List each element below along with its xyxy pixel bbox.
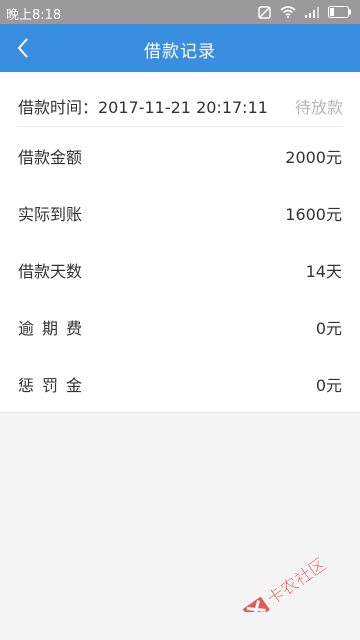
signal-icon bbox=[305, 6, 319, 18]
penalty-row: 惩罚金 0元 bbox=[18, 372, 342, 396]
overdue-fee-value: 0元 bbox=[315, 319, 342, 338]
loan-time-row: 借款时间：2017-11-21 20:17:11 待放款 bbox=[17, 92, 343, 127]
loan-amount-value: 2000元 bbox=[285, 148, 342, 167]
loan-time: 借款时间：2017-11-21 20:17:11 bbox=[18, 98, 268, 117]
dnd-icon bbox=[258, 5, 271, 19]
overdue-fee-row: 逾期费 0元 bbox=[18, 315, 342, 339]
page-title: 借款记录 bbox=[144, 42, 216, 62]
overdue-fee-label: 逾期费 bbox=[18, 319, 91, 338]
penalty-value: 0元 bbox=[315, 376, 342, 395]
status-bar: 晚上8:18 bbox=[0, 0, 360, 24]
battery-icon bbox=[328, 6, 352, 18]
loan-amount-row: 借款金额 2000元 bbox=[18, 144, 342, 168]
actual-received-value: 1600元 bbox=[285, 205, 342, 224]
loan-days-value: 14天 bbox=[305, 262, 342, 281]
status-time: 晚上8:18 bbox=[6, 8, 62, 23]
app-bar: 借款记录 bbox=[0, 24, 360, 72]
loan-days-label: 借款天数 bbox=[18, 262, 83, 281]
penalty-label: 惩罚金 bbox=[18, 376, 91, 395]
actual-received-label: 实际到账 bbox=[18, 205, 83, 224]
watermark-logo: 卡农社区 bbox=[232, 552, 352, 623]
status-badge: 待放款 bbox=[294, 98, 343, 117]
loan-days-row: 借款天数 14天 bbox=[18, 258, 342, 282]
loan-record-card: 借款时间：2017-11-21 20:17:11 待放款 借款金额 2000元 … bbox=[0, 72, 360, 413]
loan-amount-label: 借款金额 bbox=[18, 148, 83, 167]
watermark-text: 卡农社区 bbox=[263, 554, 330, 609]
status-icons bbox=[258, 5, 352, 19]
wifi-icon bbox=[280, 6, 296, 18]
actual-received-row: 实际到账 1600元 bbox=[18, 201, 342, 225]
